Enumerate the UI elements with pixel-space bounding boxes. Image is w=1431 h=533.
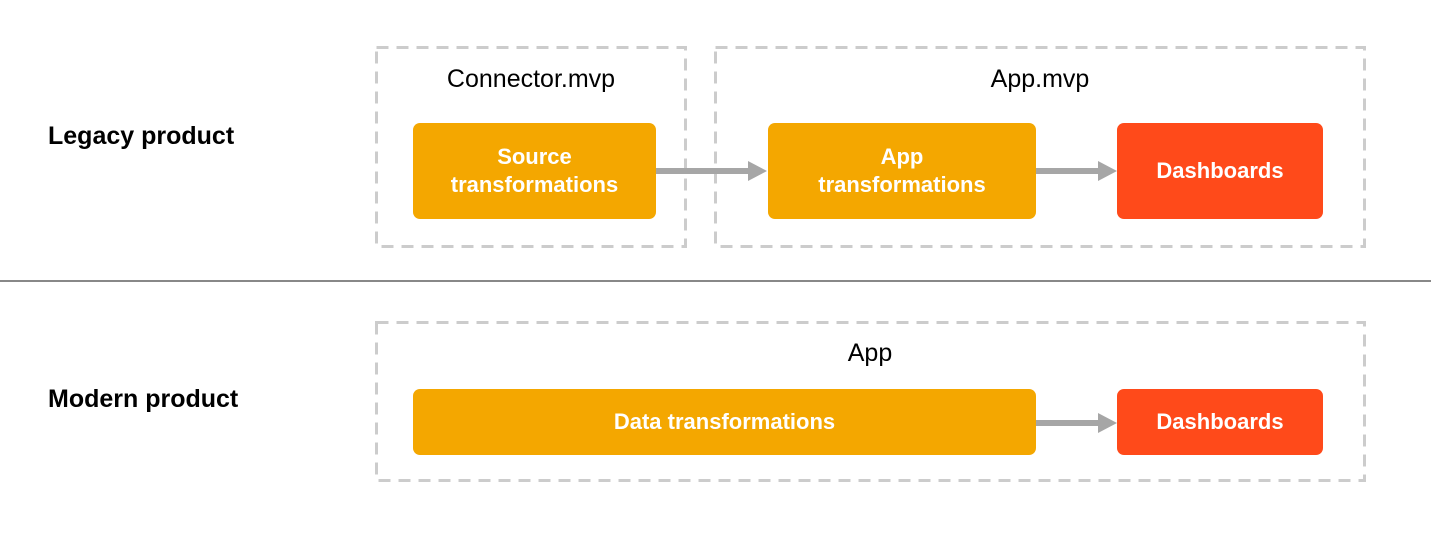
source-transformations-node: Source transformations xyxy=(413,123,656,219)
legacy-product-label: Legacy product xyxy=(48,122,235,150)
node-label-line2: transformations xyxy=(450,172,619,197)
legacy-dashboards-node: Dashboards xyxy=(1117,123,1323,219)
app-transformations-node: App transformations xyxy=(768,123,1036,219)
node-label-line1: App xyxy=(880,144,924,169)
node-label-line1: Source xyxy=(497,144,572,169)
node-label: Dashboards xyxy=(1156,409,1284,434)
connector-mvp-title: Connector.mvp xyxy=(446,65,616,93)
data-transformations-node: Data transformations xyxy=(413,389,1036,455)
arrow-app-to-dashboards-head xyxy=(1098,161,1117,181)
arrow-source-to-app-head xyxy=(748,161,767,181)
node-label: Data transformations xyxy=(613,409,836,434)
arrow-source-to-app xyxy=(656,168,750,174)
node-label: Dashboards xyxy=(1156,158,1284,183)
app-mvp-title: App.mvp xyxy=(990,65,1090,93)
arrow-data-to-dashboards-head xyxy=(1098,413,1117,433)
app-title: App xyxy=(847,339,893,367)
node-label-line2: transformations xyxy=(818,172,986,197)
modern-dashboards-node: Dashboards xyxy=(1117,389,1323,455)
arrow-data-to-dashboards xyxy=(1036,420,1100,426)
modern-product-label: Modern product xyxy=(48,385,239,413)
arrow-app-to-dashboards xyxy=(1036,168,1100,174)
